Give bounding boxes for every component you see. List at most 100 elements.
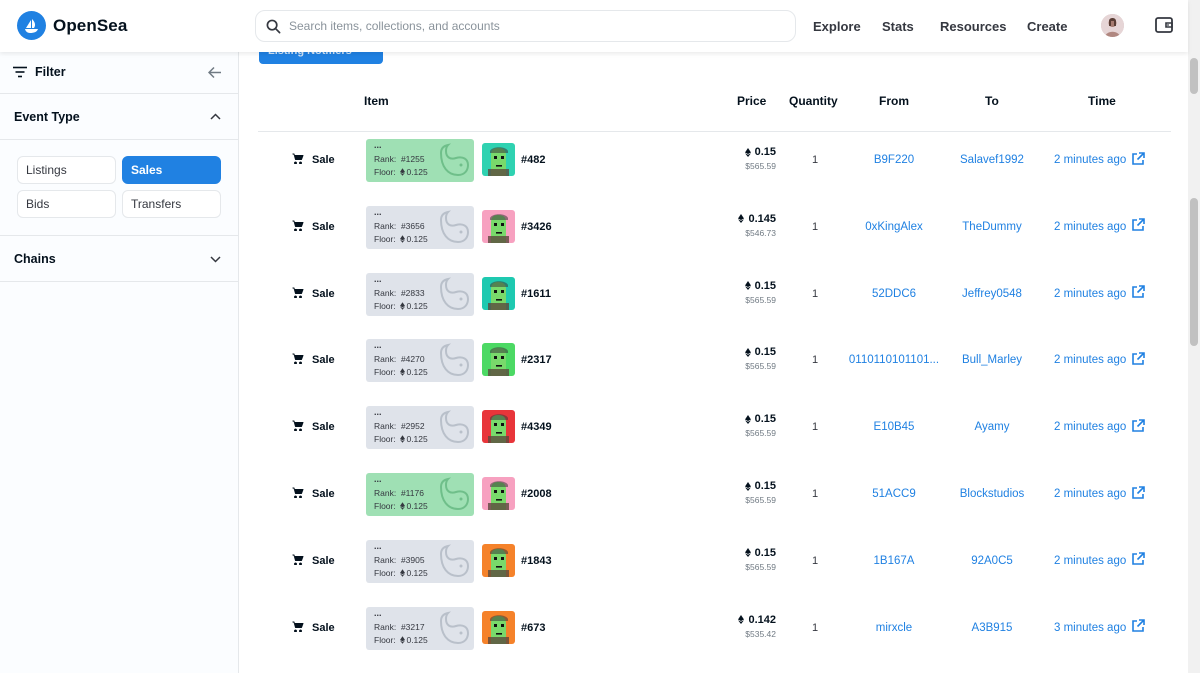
event-type-header[interactable]: Event Type <box>0 94 238 140</box>
time-link[interactable]: 3 minutes ago <box>1054 600 1146 656</box>
profile-avatar[interactable] <box>1101 14 1124 37</box>
from-account-link[interactable]: 0110110101101... <box>844 332 944 388</box>
search-bar[interactable] <box>255 10 796 42</box>
table-row: Sale... Rank: #3656 Floor: 0.125 #3426 0.145… <box>258 199 1171 265</box>
from-account-link[interactable]: 52DDC6 <box>844 266 944 322</box>
nft-thumbnail[interactable] <box>482 276 515 310</box>
nft-thumbnail[interactable] <box>482 143 515 176</box>
external-link-icon[interactable] <box>1131 218 1146 235</box>
nft-thumbnail[interactable] <box>482 543 515 577</box>
whale-icon <box>438 343 470 384</box>
token-id[interactable]: #3426 <box>521 199 552 255</box>
time-text: 2 minutes ago <box>1054 488 1127 500</box>
table-row: Sale ... Rank: #3217 Floor: 0.125 #673 0.142 $… <box>258 600 1171 666</box>
external-link-icon[interactable] <box>1131 151 1146 169</box>
rank-text: Rank: #4270 <box>374 354 425 365</box>
eth-icon <box>744 414 751 424</box>
to-account-link[interactable]: Ayamy <box>942 399 1042 455</box>
time-link[interactable]: 2 minutes ago <box>1054 399 1146 455</box>
time-text: 2 minutes ago <box>1054 287 1127 300</box>
to-account-link[interactable]: 92A0C5 <box>942 533 1042 589</box>
from-account-link[interactable]: 0xKingAlex <box>844 199 944 255</box>
from-account-link[interactable]: E10B45 <box>844 399 944 455</box>
token-id[interactable]: #1611 <box>521 266 551 322</box>
nav-resources[interactable]: Resources <box>940 19 1006 34</box>
to-account-link[interactable]: Salavef1992 <box>942 132 1042 188</box>
event-type-cell: Sale <box>292 399 335 455</box>
to-account-link[interactable]: A3B915 <box>942 600 1042 656</box>
rank-floor-card[interactable]: ... Rank: #3905 Floor: 0.125 <box>366 539 474 583</box>
column-price: Price <box>737 94 767 108</box>
to-account-link[interactable]: Jeffrey0548 <box>942 266 1042 322</box>
nft-thumbnail[interactable] <box>482 343 515 377</box>
external-link-icon[interactable] <box>1131 552 1146 569</box>
scrollbar-upper-thumb[interactable] <box>1190 58 1198 94</box>
price-cell: 0.15 $565.59 <box>744 547 776 572</box>
price-eth: 0.142 <box>748 613 776 626</box>
token-id[interactable]: #1843 <box>521 533 552 589</box>
external-link-icon[interactable] <box>1131 352 1146 369</box>
token-id[interactable]: #4349 <box>521 399 552 455</box>
from-account-link[interactable]: 51ACC9 <box>844 466 944 522</box>
floor-text: Floor: 0.125 <box>374 501 428 511</box>
from-account-link[interactable]: B9F220 <box>844 132 944 188</box>
time-link[interactable]: 2 minutes ago <box>1054 132 1146 188</box>
table-row: Sale... Rank: #1255 Floor: 0.125 #482 0.15 $5… <box>258 132 1171 198</box>
event-type-bids[interactable]: Bids <box>17 190 116 218</box>
search-input[interactable] <box>289 19 769 33</box>
cart-icon <box>292 420 304 434</box>
time-link[interactable]: 2 minutes ago <box>1054 466 1146 522</box>
rank-floor-card[interactable]: ... Rank: #3217 Floor: 0.125 <box>366 606 474 650</box>
external-link-icon[interactable] <box>1131 418 1146 436</box>
rank-floor-card[interactable]: ... Rank: #1176 Floor: 0.125 <box>366 473 474 516</box>
time-link[interactable]: 2 minutes ago <box>1054 266 1146 322</box>
chains-header[interactable]: Chains <box>0 236 238 282</box>
external-link-icon[interactable] <box>1131 285 1146 302</box>
rank-text: Rank: #3656 <box>374 220 425 231</box>
rank-floor-card[interactable]: ... Rank: #2833 Floor: 0.125 <box>366 272 474 316</box>
floor-text: Floor: 0.125 <box>374 367 428 378</box>
from-account-link[interactable]: 1B167A <box>844 533 944 589</box>
time-link[interactable]: 2 minutes ago <box>1054 533 1146 589</box>
nav-stats[interactable]: Stats <box>882 19 914 34</box>
more-dots: ... <box>374 540 382 551</box>
to-account-link[interactable]: Bull_Marley <box>942 332 1042 388</box>
time-link[interactable]: 2 minutes ago <box>1054 199 1146 255</box>
from-account-link[interactable]: mirxcle <box>844 600 944 656</box>
rank-floor-card[interactable]: ... Rank: #2952 Floor: 0.125 <box>366 406 474 450</box>
nav-create[interactable]: Create <box>1027 19 1067 34</box>
to-account-link[interactable]: TheDummy <box>942 199 1042 255</box>
collapse-arrow-icon[interactable] <box>208 66 222 79</box>
external-link-icon[interactable] <box>1131 485 1146 503</box>
event-label: Sale <box>312 287 335 300</box>
token-id[interactable]: #2008 <box>521 466 552 522</box>
event-type-transfers[interactable]: Transfers <box>122 190 221 218</box>
wallet-icon[interactable] <box>1154 15 1174 40</box>
scrollbar-thumb[interactable] <box>1190 198 1198 346</box>
price-cell: 0.15 $565.59 <box>744 346 776 371</box>
rank-floor-card[interactable]: ... Rank: #3656 Floor: 0.125 <box>366 205 474 249</box>
price-usd: $535.42 <box>745 628 776 639</box>
external-link-icon[interactable] <box>1131 619 1146 636</box>
time-link[interactable]: 2 minutes ago <box>1054 332 1146 388</box>
token-id[interactable]: #482 <box>521 132 545 188</box>
nft-thumbnail[interactable] <box>482 209 515 243</box>
whale-icon <box>438 143 470 184</box>
to-account-link[interactable]: Blockstudios <box>942 466 1042 522</box>
event-label: Sale <box>312 621 335 634</box>
token-id[interactable]: #673 <box>521 600 545 656</box>
nav-explore[interactable]: Explore <box>813 19 861 34</box>
event-type-sales[interactable]: Sales <box>122 156 221 184</box>
price-usd: $565.59 <box>745 161 776 171</box>
page-scrollbar[interactable] <box>1188 0 1200 673</box>
eth-icon <box>744 548 751 558</box>
event-type-cell: Sale <box>292 600 335 656</box>
nft-thumbnail[interactable] <box>482 477 515 510</box>
rank-floor-card[interactable]: ... Rank: #1255 Floor: 0.125 <box>366 139 474 182</box>
token-id[interactable]: #2317 <box>521 332 552 388</box>
nft-thumbnail[interactable] <box>482 610 515 644</box>
nft-thumbnail[interactable] <box>482 410 515 444</box>
opensea-logo[interactable]: OpenSea <box>17 11 127 40</box>
event-type-listings[interactable]: Listings <box>17 156 116 184</box>
rank-floor-card[interactable]: ... Rank: #4270 Floor: 0.125 <box>366 339 474 384</box>
